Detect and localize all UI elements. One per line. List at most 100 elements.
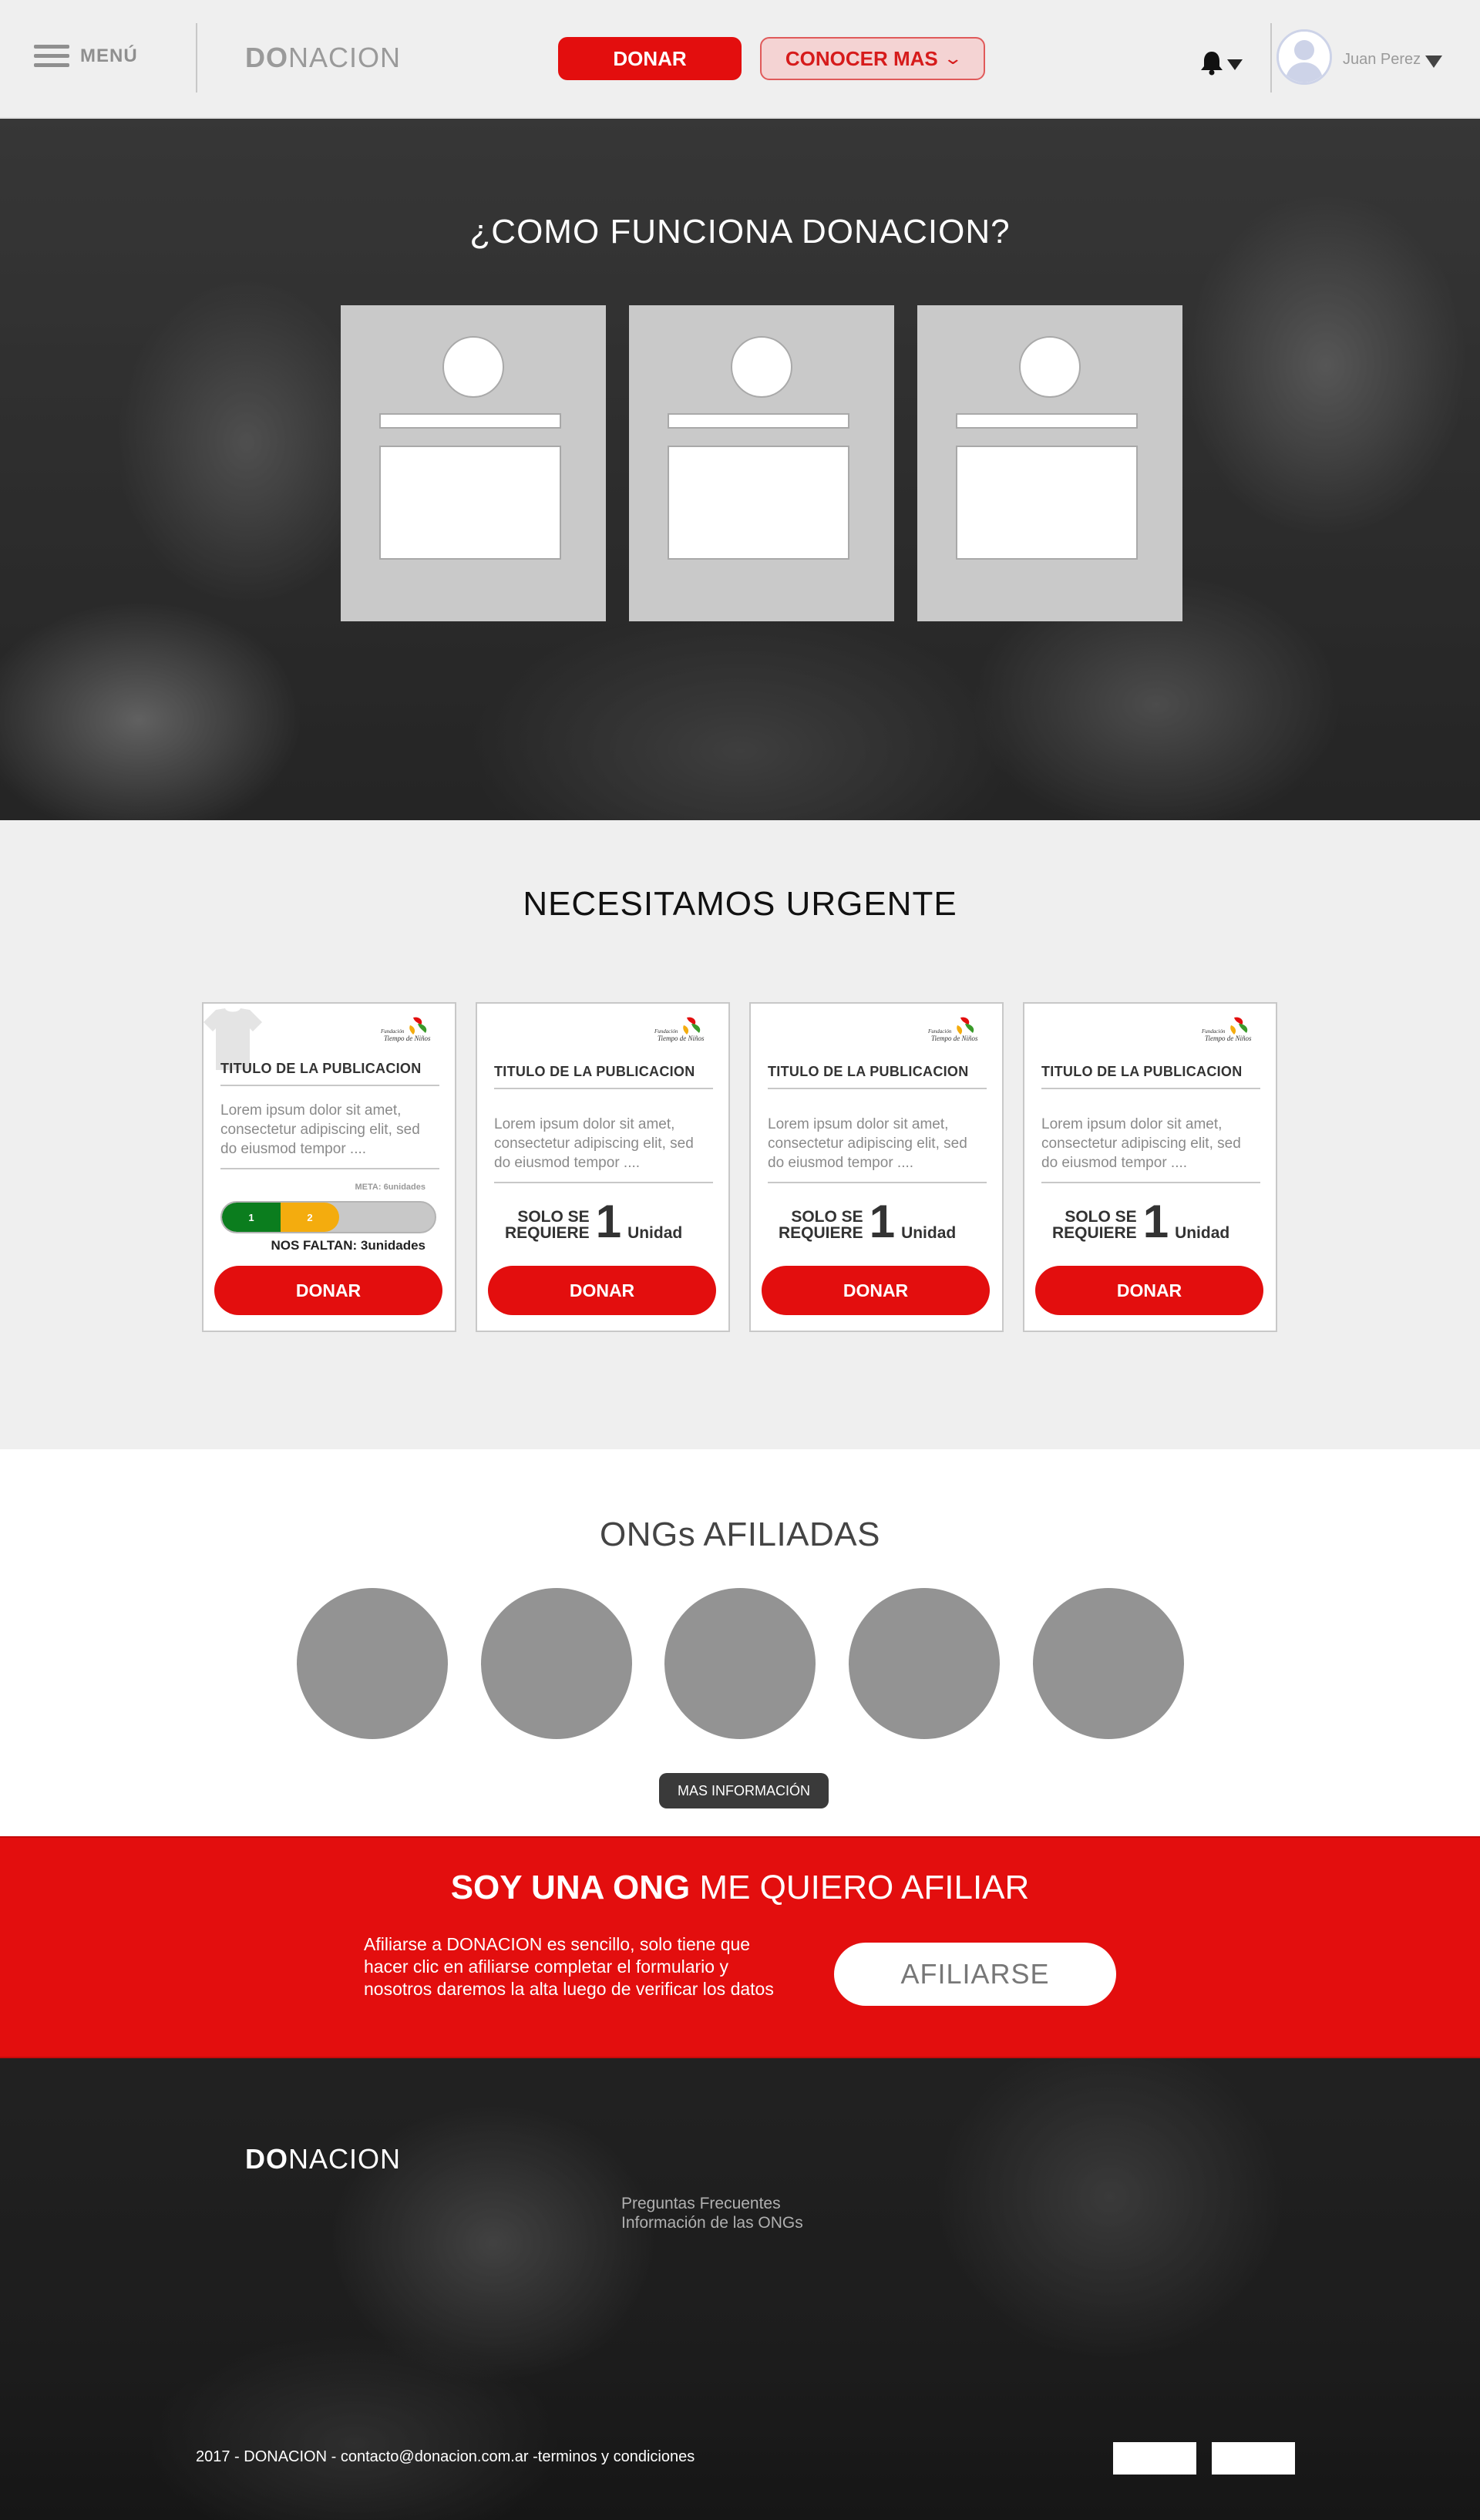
urgent-section: NECESITAMOS URGENTE Fundación Tiempo de … [0,820,1480,1449]
user-name[interactable]: Juan Perez [1343,51,1421,69]
requirement-unit: Unidad [901,1224,957,1242]
publication-title: TITULO DE LA PUBLICACION [768,1064,987,1089]
publication-card[interactable]: Fundación Tiempo de Niños TITULO DE LA P… [749,1002,1004,1332]
requirement-unit: Unidad [627,1224,683,1242]
publication-description: Lorem ipsum dolor sit amet, consectetur … [768,1115,987,1183]
org-logo-icon: Fundación Tiempo de Niños [654,1017,705,1042]
site-logo[interactable]: DONACION [245,42,401,74]
step-icon-placeholder [442,336,504,398]
step-card [917,305,1182,621]
menu-label: MENÚ [80,45,138,66]
requirement-block: SOLO SE REQUIERE 1 Unidad [1052,1196,1230,1247]
publication-title: TITULO DE LA PUBLICACION [220,1061,439,1086]
header-divider [196,23,197,93]
step-title-placeholder [668,413,849,429]
publication-description: Lorem ipsum dolor sit amet, consectetur … [1041,1115,1260,1183]
requirement-text: SOLO SE REQUIERE [505,1208,590,1242]
remaining-label: NOS FALTAN: 3unidades [271,1238,426,1253]
requirement-quantity: 1 [1142,1196,1169,1247]
step-card [341,305,606,621]
goal-label: META: 6unidades [355,1183,426,1192]
card-donar-button[interactable]: DONAR [762,1266,990,1315]
step-text-placeholder [956,446,1138,560]
svg-text:Tiempo de Niños: Tiempo de Niños [658,1035,705,1042]
user-avatar[interactable] [1276,29,1332,85]
afiliar-title: SOY UNA ONG ME QUIERO AFILIAR [0,1869,1480,1907]
menu-icon [34,45,69,68]
ongs-section: ONGs AFILIADAS MAS INFORMACIÓN [0,1449,1480,1836]
svg-text:Fundación: Fundación [927,1028,952,1035]
footer-logo-rest: NACION [288,2143,402,2175]
requirement-quantity: 1 [595,1196,622,1247]
footer-logo[interactable]: DONACION [245,2143,401,2175]
logo-rest: NACION [288,42,402,73]
requirement-unit: Unidad [1175,1224,1230,1242]
publication-description: Lorem ipsum dolor sit amet, consectetur … [494,1115,713,1183]
publication-description: Lorem ipsum dolor sit amet, consectetur … [220,1101,439,1169]
publication-title: TITULO DE LA PUBLICACION [494,1064,713,1089]
logo-bold: DO [245,42,288,73]
conocer-mas-label: CONOCER MAS [785,46,938,70]
requirement-text: SOLO SE REQUIERE [1052,1208,1137,1242]
ong-logo-placeholder[interactable] [1033,1588,1184,1739]
menu-button[interactable]: MENÚ [34,45,138,68]
org-logo-icon: Fundación Tiempo de Niños [927,1017,978,1042]
chevron-down-icon: ⌄ [943,49,963,68]
bell-icon [1201,52,1243,76]
ong-logo-placeholder[interactable] [849,1588,1000,1739]
social-link-placeholder[interactable] [1212,2442,1295,2475]
conocer-mas-button[interactable]: CONOCER MAS ⌄ [760,37,985,80]
social-link-placeholder[interactable] [1113,2442,1196,2475]
step-text-placeholder [379,446,561,560]
requirement-block: SOLO SE REQUIERE 1 Unidad [779,1199,957,1245]
afiliarse-button[interactable]: AFILIARSE [834,1943,1116,2006]
svg-text:Tiempo de Niños: Tiempo de Niños [931,1035,978,1042]
footer-logo-bold: DO [245,2143,288,2175]
svg-text:Fundación: Fundación [380,1028,405,1035]
header-divider-user [1270,23,1272,93]
ong-logo-placeholder[interactable] [297,1588,448,1739]
top-navbar: MENÚ DONACION DONAR CONOCER MAS ⌄ Juan P… [0,0,1480,119]
afiliar-title-rest: ME QUIERO AFILIAR [690,1869,1030,1906]
caret-down-icon[interactable] [1424,54,1443,69]
svg-text:Tiempo de Niños: Tiempo de Niños [384,1035,431,1042]
copyright-text: 2017 - DONACION - contacto@donacion.com.… [196,2448,695,2465]
step-text-placeholder [668,446,849,560]
publication-card[interactable]: Fundación Tiempo de Niños TITULO DE LA P… [476,1002,730,1332]
mas-informacion-button[interactable]: MAS INFORMACIÓN [659,1773,829,1808]
donar-button[interactable]: DONAR [558,37,742,80]
requirement-text: SOLO SE REQUIERE [779,1208,863,1242]
afiliar-title-bold: SOY UNA ONG [450,1869,691,1906]
org-logo-icon: Fundación Tiempo de Niños [380,1017,431,1042]
step-title-placeholder [956,413,1138,429]
publication-card[interactable]: Fundación Tiempo de Niños TITULO DE LA P… [1023,1002,1277,1332]
svg-text:Tiempo de Niños: Tiempo de Niños [1205,1035,1252,1042]
hero-section: ¿COMO FUNCIONA DONACION? [0,119,1480,820]
donation-progress-bar: 1 2 [220,1201,436,1233]
svg-text:Fundación: Fundación [1201,1028,1226,1035]
footer: DONACION Preguntas Frecuentes Informació… [0,2058,1480,2520]
footer-link-faq[interactable]: Preguntas Frecuentes [621,2194,803,2213]
card-donar-button[interactable]: DONAR [1035,1266,1263,1315]
step-card [629,305,894,621]
card-donar-button[interactable]: DONAR [488,1266,716,1315]
progress-segment: 1 [222,1203,281,1232]
publication-title: TITULO DE LA PUBLICACION [1041,1064,1260,1089]
ong-logo-placeholder[interactable] [481,1588,632,1739]
ongs-title: ONGs AFILIADAS [600,1516,880,1553]
urgent-title: NECESITAMOS URGENTE [523,885,957,923]
afiliar-section: SOY UNA ONG ME QUIERO AFILIAR Afiliarse … [0,1836,1480,2058]
card-donar-button[interactable]: DONAR [214,1266,442,1315]
footer-link-ongs[interactable]: Información de las ONGs [621,2213,803,2232]
ong-logo-placeholder[interactable] [664,1588,816,1739]
user-avatar-icon [1279,32,1330,82]
requirement-block: SOLO SE REQUIERE 1 Unidad [505,1196,683,1247]
progress-segment: 2 [281,1203,339,1232]
notifications-button[interactable] [1199,49,1246,76]
step-icon-placeholder [1019,336,1081,398]
footer-links: Preguntas Frecuentes Información de las … [621,2194,803,2232]
svg-text:Fundación: Fundación [654,1028,678,1035]
publication-card[interactable]: Fundación Tiempo de Niños TITULO DE LA P… [202,1002,456,1332]
hero-title: ¿COMO FUNCIONA DONACION? [469,213,1011,251]
afiliar-description: Afiliarse a DONACION es sencillo, solo t… [364,1934,774,1999]
